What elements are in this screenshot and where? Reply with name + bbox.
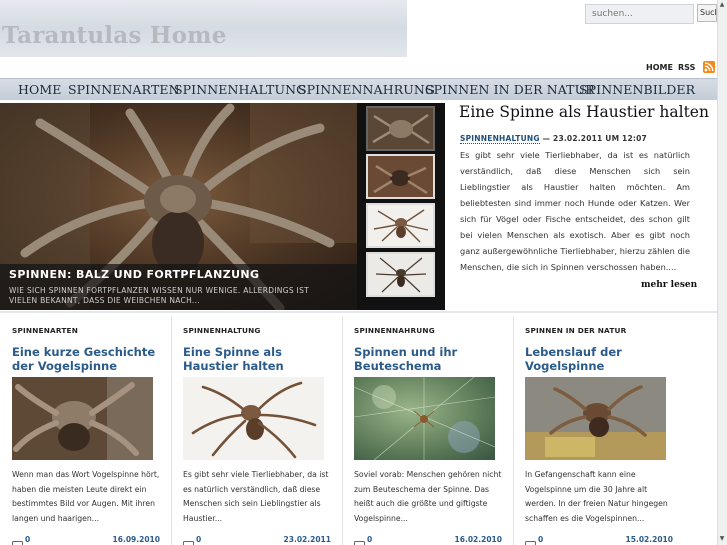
nav-item-home[interactable]: HOME xyxy=(18,82,61,97)
column-post-title[interactable]: Eine kurze Geschichte der Vogelspinne xyxy=(12,345,157,373)
column-post-image[interactable] xyxy=(183,377,324,460)
nav-item-spinnenarten[interactable]: SPINNENARTEN xyxy=(68,82,180,97)
search-button[interactable]: Suchen xyxy=(697,4,717,22)
column-category[interactable]: SPINNENHALTUNG xyxy=(183,326,261,335)
scrollbar[interactable] xyxy=(717,0,727,545)
slider-thumbnail-3[interactable] xyxy=(366,203,435,248)
comment-icon[interactable] xyxy=(12,535,23,545)
column-post-title[interactable]: Spinnen und ihr Beuteschema xyxy=(354,345,499,373)
article-category-link[interactable]: SPINNENHALTUNG xyxy=(460,134,540,144)
category-column-spinnen-in-der-natur: SPINNEN IN DER NATUR Lebenslauf der Voge… xyxy=(513,316,673,545)
category-column-spinnennahrung: SPINNENNAHRUNG Spinnen und ihr Beutesche… xyxy=(342,316,502,545)
article-title[interactable]: Eine Spinne als Haustier halten xyxy=(459,103,709,121)
main-navigation: HOME SPINNENARTEN SPINNENHALTUNG SPINNEN… xyxy=(0,78,717,100)
column-category[interactable]: SPINNENARTEN xyxy=(12,326,78,335)
column-post-footer: 0 16.02.2010 xyxy=(354,535,502,545)
comment-count[interactable]: 0 xyxy=(367,535,372,544)
category-column-spinnenarten: SPINNENARTEN Eine kurze Geschichte der V… xyxy=(0,316,160,545)
post-date: 16.02.2010 xyxy=(454,535,502,544)
column-post-title[interactable]: Eine Spinne als Haustier halten xyxy=(183,345,328,373)
article-body: Es gibt sehr viele Tierliebhaber, da ist… xyxy=(460,150,690,272)
toplink-home[interactable]: HOME xyxy=(646,63,673,72)
column-post-footer: 0 16.09.2010 xyxy=(12,535,160,545)
category-column-spinnenhaltung: SPINNENHALTUNG Eine Spinne als Haustier … xyxy=(171,316,331,545)
comment-icon[interactable] xyxy=(354,535,365,545)
column-post-image[interactable] xyxy=(354,377,495,460)
scroll-down-arrow-icon[interactable]: ▼ xyxy=(718,535,726,543)
nav-item-spinnenhaltung[interactable]: SPINNENHALTUNG xyxy=(174,82,306,97)
column-post-title[interactable]: Lebenslauf der Vogelspinne xyxy=(525,345,670,373)
scroll-up-arrow-icon[interactable]: ▲ xyxy=(718,1,726,9)
post-date: 23.02.2011 xyxy=(283,535,331,544)
nav-item-spinnen-in-der-natur[interactable]: SPINNEN IN DER NATUR xyxy=(425,82,595,97)
section-divider xyxy=(0,311,717,313)
toplink-rss[interactable]: RSS xyxy=(678,63,695,72)
comment-count[interactable]: 0 xyxy=(196,535,201,544)
article-date: — 23.02.2011 UM 12:07 xyxy=(539,134,647,143)
column-post-image[interactable] xyxy=(525,377,666,460)
column-post-footer: 0 23.02.2011 xyxy=(183,535,331,545)
column-post-excerpt: Es gibt sehr viele Tierliebhaber, da ist… xyxy=(183,470,329,523)
nav-item-spinnennahrung[interactable]: SPINNENNAHRUNG xyxy=(298,82,435,97)
post-date: 16.09.2010 xyxy=(112,535,160,544)
read-more-link[interactable]: mehr lesen xyxy=(641,280,697,290)
comment-icon[interactable] xyxy=(525,535,536,545)
slider-thumbnail-1[interactable] xyxy=(366,106,435,151)
slider-thumbnail-2[interactable] xyxy=(366,154,435,199)
rss-icon[interactable] xyxy=(703,61,715,73)
column-post-excerpt: In Gefangenschaft kann eine Vogelspinne … xyxy=(525,470,668,523)
column-post-image[interactable] xyxy=(12,377,153,460)
slider-thumbnail-4[interactable] xyxy=(366,252,435,297)
featured-description: WIE SICH SPINNEN FORTPFLANZEN WISSEN NUR… xyxy=(9,286,310,305)
featured-title[interactable]: SPINNEN: BALZ UND FORTPFLANZUNG xyxy=(9,268,259,281)
column-category[interactable]: SPINNENNAHRUNG xyxy=(354,326,435,335)
comment-count[interactable]: 0 xyxy=(25,535,30,544)
column-post-excerpt: Soviel vorab: Menschen gehören nicht zum… xyxy=(354,470,502,523)
column-post-footer: 0 15.02.2010 xyxy=(525,535,673,545)
post-date: 15.02.2010 xyxy=(625,535,673,544)
comment-count[interactable]: 0 xyxy=(538,535,543,544)
site-title[interactable]: Tarantulas Home xyxy=(2,22,227,49)
nav-item-spinnenbilder[interactable]: SPINNENBILDER xyxy=(579,82,695,97)
search-input[interactable] xyxy=(585,4,694,24)
column-category[interactable]: SPINNEN IN DER NATUR xyxy=(525,326,626,335)
column-post-excerpt: Wenn man das Wort Vogelspinne hört, habe… xyxy=(12,470,160,523)
slider-thumbnails xyxy=(357,103,445,310)
comment-icon[interactable] xyxy=(183,535,194,545)
article-meta: SPINNENHALTUNG — 23.02.2011 UM 12:07 xyxy=(460,134,647,144)
